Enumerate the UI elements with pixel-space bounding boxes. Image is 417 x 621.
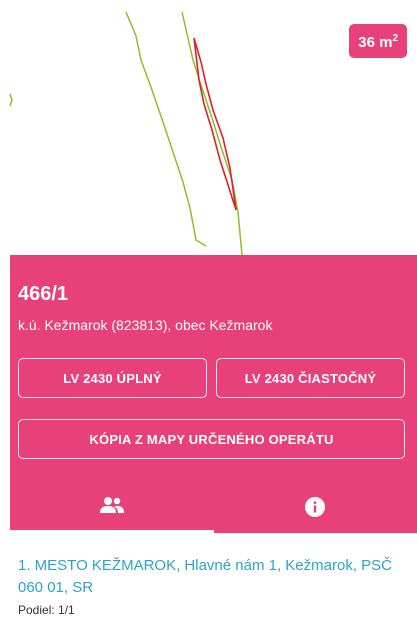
info-icon (305, 496, 326, 517)
map-copy-button[interactable]: KÓPIA Z MAPY URČENÉHO OPERÁTU (18, 419, 405, 459)
owner-link[interactable]: 1. MESTO KEŽMAROK, Hlavné nám 1, Kežmaro… (18, 555, 408, 599)
people-icon (99, 497, 124, 513)
parcel-location: k.ú. Kežmarok (823813), obec Kežmarok (18, 317, 273, 333)
tab-info[interactable] (214, 480, 417, 533)
tab-owners[interactable] (10, 480, 214, 533)
parcel-number: 466/1 (18, 283, 69, 305)
lv-partial-button[interactable]: LV 2430 ČIASTOČNÝ (216, 358, 405, 398)
parcel-boundary-left (125, 11, 207, 247)
area-badge: 36 m2 (349, 24, 407, 58)
map-view[interactable]: 36 m2 (0, 0, 417, 255)
lv-full-button[interactable]: LV 2430 ÚPLNÝ (18, 358, 207, 398)
owner-share: Podiel: 1/1 (18, 603, 75, 617)
selected-parcel-outline (193, 37, 237, 211)
parcel-boundary-right (181, 11, 243, 255)
detail-tabs (10, 480, 417, 533)
parcel-panel: 466/1 k.ú. Kežmarok (823813), obec Kežma… (10, 255, 417, 533)
parcel-boundary-edge (9, 93, 13, 107)
owners-list: 1. MESTO KEŽMAROK, Hlavné nám 1, Kežmaro… (10, 533, 417, 621)
